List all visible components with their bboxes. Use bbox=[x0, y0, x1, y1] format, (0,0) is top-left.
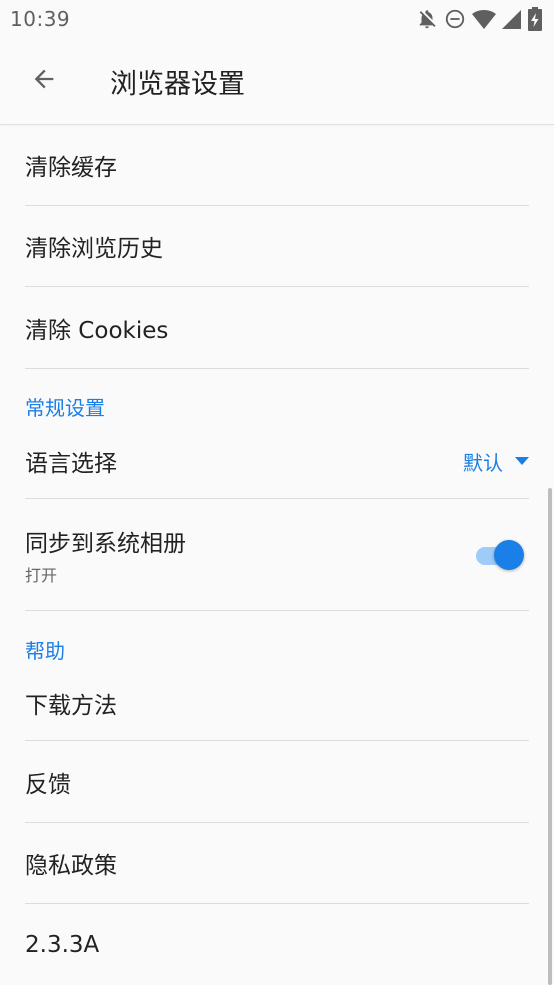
privacy-policy-label: 隐私政策 bbox=[25, 853, 117, 879]
clear-cache-label: 清除缓存 bbox=[25, 154, 117, 181]
general-settings-header: 常规设置 bbox=[25, 396, 105, 420]
clear-history-item[interactable]: 清除浏览历史 bbox=[25, 206, 529, 287]
download-method-label: 下载方法 bbox=[25, 693, 117, 719]
language-label: 语言选择 bbox=[25, 451, 117, 477]
clear-cache-item[interactable]: 清除缓存 bbox=[25, 124, 529, 206]
language-dropdown[interactable]: 默认 bbox=[463, 447, 529, 476]
settings-list: 清除缓存 清除浏览历史 清除 Cookies 常规设置 语言选择 默认 同步到系… bbox=[0, 124, 554, 985]
sync-album-item[interactable]: 同步到系统相册 打开 bbox=[25, 499, 529, 611]
battery-charging-icon bbox=[528, 7, 542, 31]
language-value: 默认 bbox=[463, 450, 503, 475]
back-button[interactable] bbox=[14, 51, 74, 111]
feedback-item[interactable]: 反馈 bbox=[25, 741, 529, 823]
status-time: 10:39 bbox=[10, 7, 71, 31]
signal-icon bbox=[502, 8, 522, 30]
page-title: 浏览器设置 bbox=[110, 68, 245, 100]
status-icons bbox=[416, 7, 542, 31]
clear-cookies-label: 清除 Cookies bbox=[25, 317, 169, 344]
help-header: 帮助 bbox=[25, 639, 65, 663]
app-bar: 浏览器设置 bbox=[0, 38, 554, 125]
sync-album-summary: 打开 bbox=[25, 565, 58, 585]
download-method-item[interactable]: 下载方法 bbox=[25, 666, 529, 741]
language-item[interactable]: 语言选择 默认 bbox=[25, 424, 529, 499]
scrollbar[interactable] bbox=[548, 488, 552, 985]
status-bar: 10:39 bbox=[0, 0, 554, 38]
dropdown-arrow-icon bbox=[515, 457, 529, 465]
version-label: 2.3.3A bbox=[25, 931, 100, 958]
switch-thumb bbox=[494, 540, 524, 570]
sync-album-label: 同步到系统相册 bbox=[25, 530, 186, 557]
arrow-back-icon bbox=[30, 65, 58, 97]
sync-album-switch[interactable] bbox=[476, 538, 524, 572]
notifications-off-icon bbox=[416, 8, 438, 30]
clear-cookies-item[interactable]: 清除 Cookies bbox=[25, 287, 529, 369]
version-item[interactable]: 2.3.3A bbox=[25, 904, 529, 985]
wifi-icon bbox=[472, 8, 496, 30]
privacy-policy-item[interactable]: 隐私政策 bbox=[25, 823, 529, 904]
feedback-label: 反馈 bbox=[25, 771, 71, 798]
clear-history-label: 清除浏览历史 bbox=[25, 236, 163, 262]
do-not-disturb-icon bbox=[444, 8, 466, 30]
